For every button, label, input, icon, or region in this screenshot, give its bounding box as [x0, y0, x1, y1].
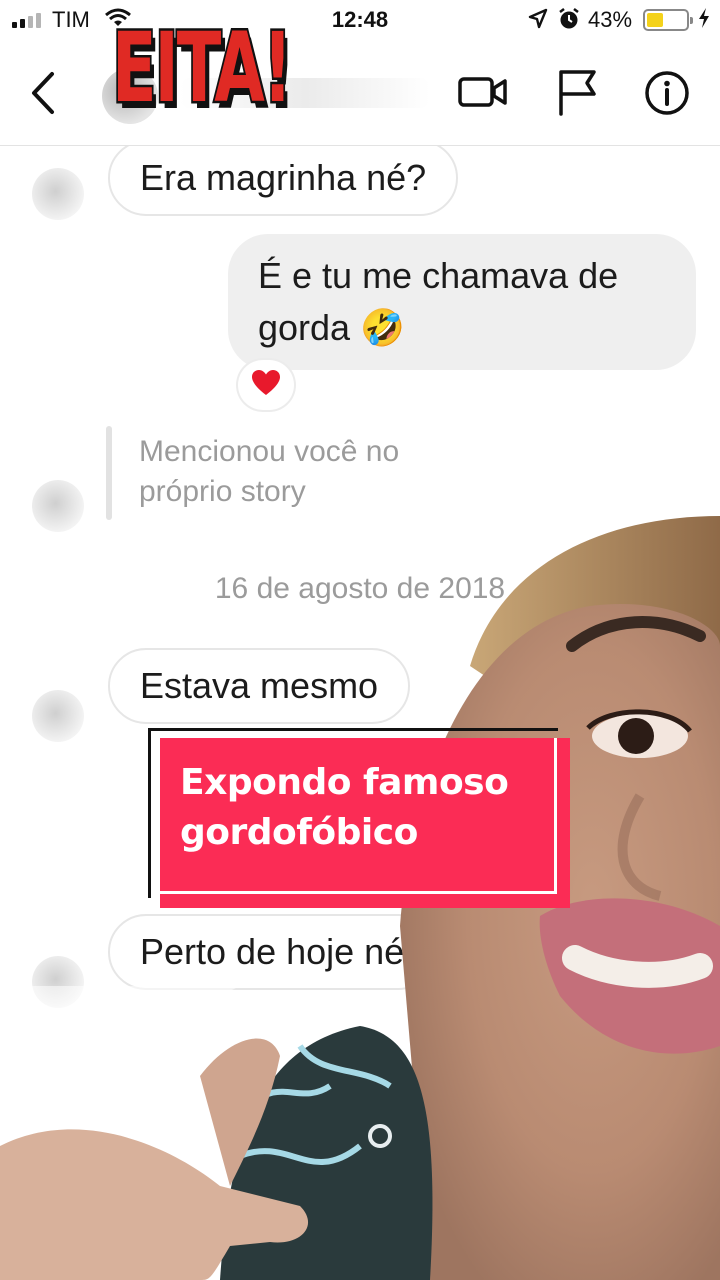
sender-avatar: [32, 690, 84, 742]
message-text: Estava mesmo: [140, 665, 379, 706]
caption-sticker: Expondo famoso gordofóbico: [148, 728, 570, 908]
message-text-line: É e tu me chamava de: [258, 255, 619, 296]
message-text: Perto de hoje né: [140, 931, 405, 972]
conversation-header: [0, 40, 720, 146]
caption-line: gordofóbico: [180, 812, 418, 853]
chat-thread[interactable]: Era magrinha né? É e tu me chamava de go…: [0, 146, 720, 1280]
alarm-icon: [558, 7, 580, 37]
status-bar: TIM 12:48 43%: [0, 0, 720, 40]
heart-icon: [251, 369, 281, 402]
caption-text: Expondo famoso gordofóbico: [180, 758, 509, 858]
charging-icon: [697, 7, 711, 35]
mention-text-line: próprio story: [139, 475, 306, 508]
incoming-message[interactable]: Perto de hoje né: [108, 914, 437, 990]
message-text-line: gorda 🤣: [258, 307, 405, 348]
heart-reaction[interactable]: [238, 360, 294, 410]
outgoing-message[interactable]: É e tu me chamava de gorda 🤣: [228, 234, 696, 370]
info-icon[interactable]: [644, 70, 690, 121]
sender-avatar: [32, 168, 84, 220]
message-text: Era magrinha né?: [140, 157, 427, 198]
video-call-icon[interactable]: [458, 72, 508, 117]
back-chevron-icon[interactable]: [28, 70, 58, 121]
eita-sticker: EITA!: [110, 12, 294, 124]
location-icon: [528, 8, 548, 36]
flag-icon[interactable]: [556, 68, 600, 121]
mention-quote-bar: [106, 426, 112, 520]
battery-icon: [643, 9, 693, 31]
caption-line: Expondo famoso: [180, 762, 509, 803]
sender-avatar: [32, 956, 84, 1008]
incoming-message[interactable]: Era magrinha né?: [108, 146, 459, 216]
date-separator: 16 de agosto de 2018: [214, 572, 506, 605]
story-mention[interactable]: Mencionou você no próprio story: [139, 432, 479, 512]
sender-avatar: [32, 480, 84, 532]
mention-text-line: Mencionou você no: [139, 435, 400, 468]
incoming-message[interactable]: Estava mesmo: [108, 648, 411, 724]
battery-percent: 43%: [588, 7, 633, 32]
